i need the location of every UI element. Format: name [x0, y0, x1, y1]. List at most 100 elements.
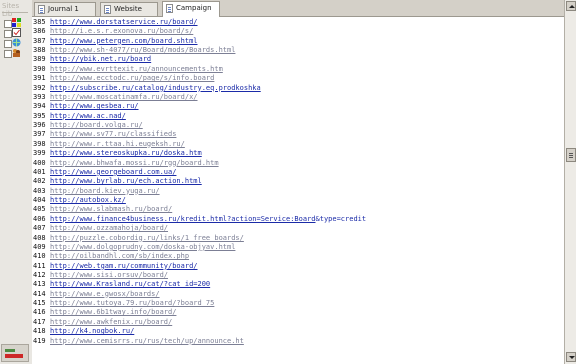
url-line[interactable]: 390 http://www.evrttexit.ru/announcements…	[33, 65, 223, 74]
line-number: 401	[33, 167, 46, 176]
url-line[interactable]: 418 http://k4.nogbok.ru/	[33, 327, 134, 336]
url-link[interactable]: http://www.sv77.ru/classifieds	[50, 130, 176, 138]
url-line[interactable]: 404 http://autobox.kz/	[33, 196, 126, 205]
arrow-up-icon	[569, 5, 575, 8]
url-line[interactable]: 386 http://i.e.s.r.exonova.ru/board/s/	[33, 27, 193, 36]
url-line[interactable]: 391 http://www.ecctodc.ru/page/s/info.boa…	[33, 74, 214, 83]
tab-label: Journal 1	[48, 5, 79, 13]
url-link[interactable]: http://www.dorstatservice.ru/board/	[50, 18, 198, 26]
url-line[interactable]: 403 http://board.kiev.yuga.ru/	[33, 187, 160, 196]
url-link[interactable]: http://www.r.ttaa.hi.eugeksh.ru/	[50, 140, 185, 148]
url-line[interactable]: 412 http://www.sisi.orsuv/board/	[33, 271, 168, 280]
tab-journal[interactable]: Journal 1	[34, 2, 96, 16]
url-link[interactable]: http://www.finance4business.ru/kredit.ht…	[50, 215, 316, 223]
url-link[interactable]: http://www.gesbea.ru/	[50, 102, 139, 110]
line-number: 390	[33, 64, 46, 73]
expand-box-icon[interactable]	[4, 40, 12, 48]
url-line[interactable]: 399 http://www.stereoskupka.ru/doska.htm	[33, 149, 202, 158]
url-line[interactable]: 392 http://subscribe.ru/catalog/industry.…	[33, 84, 261, 93]
tree-node-4[interactable]	[4, 48, 28, 58]
url-link[interactable]: http://www.e.gwosx/boards/	[50, 290, 160, 298]
url-line[interactable]: 393 http://www.moscatinamfa.ru/board/x/	[33, 93, 198, 102]
tree-node-2[interactable]	[4, 28, 28, 38]
url-link[interactable]: http://subscribe.ru/catalog/industry.eq.…	[50, 84, 261, 92]
url-link[interactable]: http://web.tgam.ru/community/board/	[50, 262, 198, 270]
url-line[interactable]: 419 http://www.cemisrrs.ru/rus/tech/up/an…	[33, 337, 244, 346]
tab-label: Website	[114, 5, 142, 13]
url-link[interactable]: http://board.volga.ru/	[50, 121, 143, 129]
tab-website[interactable]: Website	[100, 2, 158, 16]
url-line[interactable]: 413 http://www.Krasland.ru/cat/?cat_id=20…	[33, 280, 210, 289]
url-line[interactable]: 415 http://www.tutoya.79.ru/board/?board_…	[33, 299, 214, 308]
url-link[interactable]: http://www.petergen.com/board.shtml	[50, 37, 198, 45]
url-link[interactable]: http://www.evrttexit.ru/announcements.ht…	[50, 65, 223, 73]
tab-campaign[interactable]: Campaign	[162, 1, 220, 17]
url-link[interactable]: http://ybik.net.ru/board	[50, 55, 151, 63]
vertical-scrollbar[interactable]	[564, 0, 576, 364]
url-link[interactable]: http://www.bhwafa.mossi.ru/rgg/board.htm	[50, 159, 219, 167]
line-number: 410	[33, 252, 46, 261]
line-number: 413	[33, 280, 46, 289]
url-line[interactable]: 405 http://www.slabmash.ru/board/	[33, 205, 172, 214]
url-link[interactable]: http://www.moscatinamfa.ru/board/x/	[50, 93, 198, 101]
url-line[interactable]: 401 http://www.georgeboard.com.ua/	[33, 168, 176, 177]
url-line[interactable]: 396 http://board.volga.ru/	[33, 121, 143, 130]
url-link[interactable]: http://board.kiev.yuga.ru/	[50, 187, 160, 195]
status-indicator	[1, 344, 29, 362]
line-number: 407	[33, 224, 46, 233]
expand-box-icon[interactable]	[4, 30, 12, 38]
url-link[interactable]: http://www.georgeboard.com.ua/	[50, 168, 176, 176]
line-number: 417	[33, 317, 46, 326]
url-line[interactable]: 414 http://www.e.gwosx/boards/	[33, 290, 160, 299]
line-number: 408	[33, 233, 46, 242]
line-number: 419	[33, 336, 46, 345]
url-link[interactable]: http://www.sisi.orsuv/board/	[50, 271, 168, 279]
url-line[interactable]: 406 http://www.finance4business.ru/kredit…	[33, 215, 366, 224]
url-link[interactable]: http://www.byrlab.ru/ech.action.html	[50, 177, 202, 185]
url-line[interactable]: 394 http://www.gesbea.ru/	[33, 102, 139, 111]
url-line[interactable]: 417 http://www.awkfenix.ru/board/	[33, 318, 172, 327]
url-line[interactable]: 385 http://www.dorstatservice.ru/board/	[33, 18, 198, 27]
url-line[interactable]: 389 http://ybik.net.ru/board	[33, 55, 151, 64]
url-link[interactable]: http://www.stereoskupka.ru/doska.htm	[50, 149, 202, 157]
url-link[interactable]: http://k4.nogbok.ru/	[50, 327, 134, 335]
url-link[interactable]: http://www.sh-4077/ru/Board/mods/Boards.…	[50, 46, 235, 54]
url-link[interactable]: http://www.dolgoprudny.com/doska-objyav.…	[50, 243, 235, 251]
tree-node-3[interactable]	[4, 38, 28, 48]
url-list-editor[interactable]: 385 http://www.dorstatservice.ru/board/38…	[32, 17, 564, 364]
url-line[interactable]: 407 http://www.ozzamahoja/board/	[33, 224, 168, 233]
url-link[interactable]: http://www.awkfenix.ru/board/	[50, 318, 172, 326]
url-line[interactable]: 408 http://puzzle.cobordig.ru/links/1 fre…	[33, 234, 244, 243]
url-link[interactable]: http://www.6b1tway.info/board/	[50, 308, 176, 316]
url-line[interactable]: 416 http://www.6b1tway.info/board/	[33, 308, 176, 317]
url-link[interactable]: http://oilbandhl.com/sb/index.php	[50, 252, 189, 260]
url-link[interactable]: http://puzzle.cobordig.ru/links/1 free b…	[50, 234, 244, 242]
scroll-down-button[interactable]	[566, 352, 576, 362]
url-link[interactable]: http://www.ozzamahoja/board/	[50, 224, 168, 232]
url-link[interactable]: http://www.cemisrrs.ru/rus/tech/up/annou…	[50, 337, 244, 345]
scroll-up-button[interactable]	[566, 1, 576, 11]
url-line[interactable]: 409 http://www.dolgoprudny.com/doska-objy…	[33, 243, 235, 252]
url-line[interactable]: 397 http://www.sv77.ru/classifieds	[33, 130, 176, 139]
url-line[interactable]: 398 http://www.r.ttaa.hi.eugeksh.ru/	[33, 140, 185, 149]
url-line[interactable]: 388 http://www.sh-4077/ru/Board/mods/Boar…	[33, 46, 235, 55]
url-link[interactable]: http://www.ac.nad/	[50, 112, 126, 120]
url-line[interactable]: 410 http://oilbandhl.com/sb/index.php	[33, 252, 189, 261]
url-line[interactable]: 387 http://www.petergen.com/board.shtml	[33, 37, 198, 46]
url-line[interactable]: 402 http://www.byrlab.ru/ech.action.html	[33, 177, 202, 186]
expand-box-icon[interactable]	[4, 20, 12, 28]
url-link[interactable]: http://www.slabmash.ru/board/	[50, 205, 172, 213]
line-number: 392	[33, 83, 46, 92]
url-link[interactable]: http://autobox.kz/	[50, 196, 126, 204]
line-number: 385	[33, 18, 46, 26]
url-link[interactable]: http://www.tutoya.79.ru/board/?board_75	[50, 299, 214, 307]
url-line[interactable]: 411 http://web.tgam.ru/community/board/	[33, 262, 198, 271]
url-link[interactable]: http://i.e.s.r.exonova.ru/board/s/	[50, 27, 193, 35]
url-link[interactable]: http://www.ecctodc.ru/page/s/info.board	[50, 74, 214, 82]
expand-box-icon[interactable]	[4, 50, 12, 58]
tree-node-1[interactable]	[4, 18, 28, 28]
scrollbar-thumb[interactable]	[566, 148, 576, 163]
url-line[interactable]: 400 http://www.bhwafa.mossi.ru/rgg/board.…	[33, 159, 219, 168]
url-link[interactable]: http://www.Krasland.ru/cat/?cat_id=200	[50, 280, 210, 288]
url-line[interactable]: 395 http://www.ac.nad/	[33, 112, 126, 121]
